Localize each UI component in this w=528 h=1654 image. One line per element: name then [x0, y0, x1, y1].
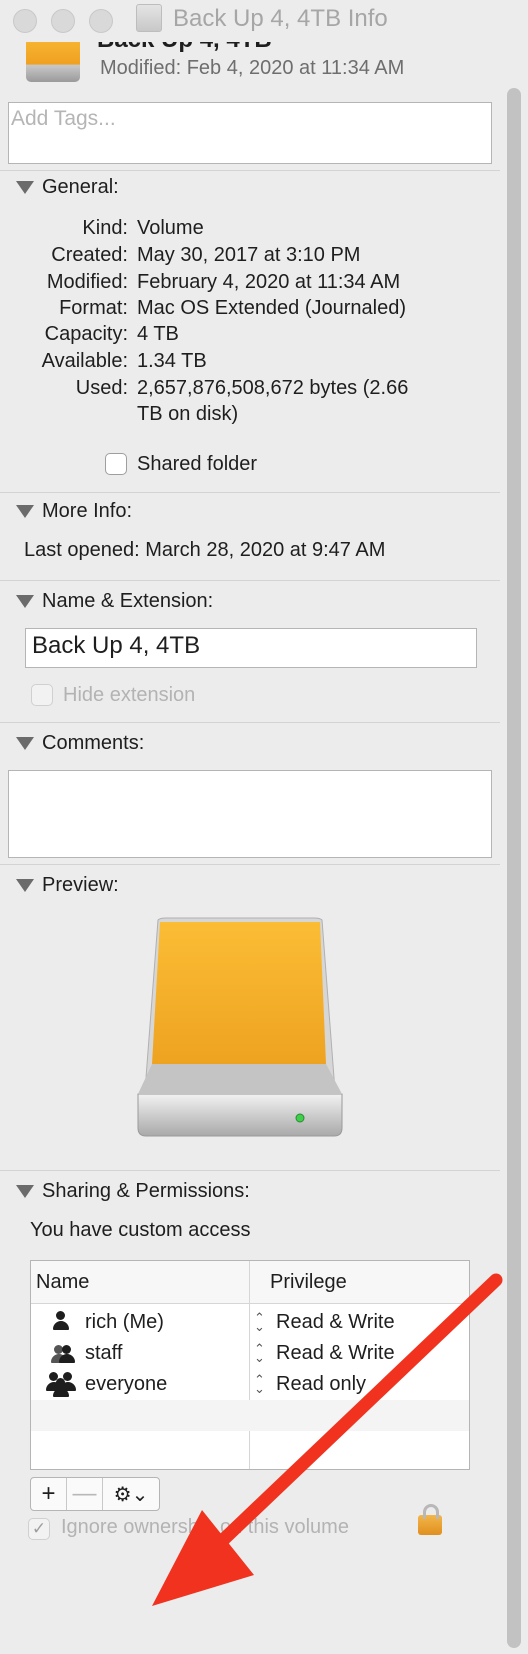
annotation-arrow — [152, 1273, 503, 1606]
